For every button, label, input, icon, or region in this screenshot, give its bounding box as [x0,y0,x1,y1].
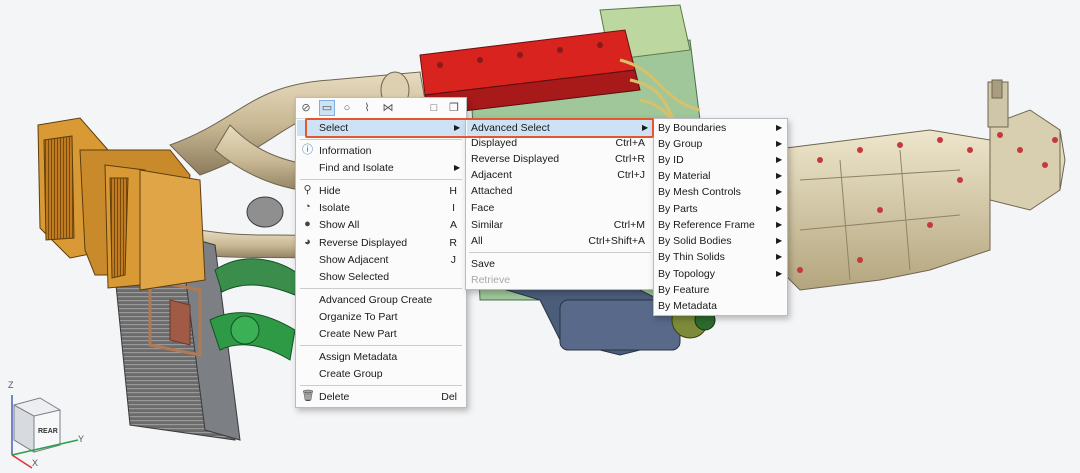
circle-select-icon[interactable]: ○ [340,101,354,115]
window-icon[interactable]: □ [427,101,441,115]
menu-item-find-and-isolate[interactable]: Find and Isolate ▶ [297,160,465,176]
menu-item-by-solid-bodies[interactable]: By Solid Bodies ▶ [655,233,786,249]
menu-item-similar[interactable]: Similar Ctrl+M [467,217,653,233]
view-cube-face-label[interactable]: REAR [38,428,58,435]
chevron-right-icon: ▶ [776,123,783,132]
chevron-right-icon: ▶ [776,236,783,245]
menu-item-create-group[interactable]: Create Group [297,366,465,382]
freehand-select-icon[interactable]: ⌇ [360,101,374,115]
chevron-right-icon: ▶ [776,155,783,164]
menu-separator [300,139,462,140]
menu-item-by-feature[interactable]: By Feature [655,282,786,298]
isolate-icon: ◔ [304,201,311,213]
menu-item-displayed[interactable]: Displayed Ctrl+A [467,135,653,151]
menu-item-advanced-select[interactable]: Advanced Select ▶ [467,120,653,136]
advanced-select-submenu: By Boundaries ▶ By Group ▶ By ID ▶ By Ma… [653,118,788,316]
selection-toolbar: ⊘ ▭ ○ ⌇ ⋈ □ ❐ [296,98,466,119]
menu-separator [300,179,462,180]
menu-item-all[interactable]: All Ctrl+Shift+A [467,233,653,249]
copy-icon[interactable]: ❐ [447,101,461,115]
menu-item-retrieve: Retrieve [471,274,511,286]
menu-item-isolate[interactable]: ◔ Isolate I [297,200,465,216]
menu-item-save[interactable]: Save [467,256,653,272]
chevron-right-icon: ▶ [776,252,783,261]
polygon-select-icon[interactable]: ⋈ [381,101,395,115]
menu-item-reverse-displayed-select[interactable]: Reverse Displayed Ctrl+R [467,151,653,167]
menu-item-by-metadata[interactable]: By Metadata [655,298,786,314]
menu-item-hide[interactable]: ⚲ Hide H [297,183,465,199]
reverse-displayed-icon: ◕ [304,236,311,248]
axis-y-label: Y [78,434,85,444]
menu-item-by-thin-solids[interactable]: By Thin Solids ▶ [655,249,786,265]
chevron-right-icon: ▶ [776,139,783,148]
context-menu: ⊘ ▭ ○ ⌇ ⋈ □ ❐ Select ▶ ⓘ Information Fin… [295,97,467,408]
chevron-right-icon: ▶ [776,220,783,229]
info-icon: ⓘ [302,144,313,156]
menu-separator [469,252,651,253]
menu-item-delete[interactable]: 🗑 Delete Del [297,389,465,405]
menu-item-select[interactable]: Select ▶ [297,120,465,136]
axis-x-label: X [32,458,39,468]
menu-item-by-material[interactable]: By Material ▶ [655,168,786,184]
show-all-icon: ● [304,218,311,230]
menu-item-show-adjacent[interactable]: Show Adjacent J [297,252,465,268]
chevron-right-icon: ▶ [776,187,783,196]
menu-item-reverse-displayed[interactable]: ◕ Reverse Displayed R [297,235,465,251]
cancel-icon[interactable]: ⊘ [299,101,313,115]
menu-item-adjacent[interactable]: Adjacent Ctrl+J [467,167,653,183]
menu-item-assign-metadata[interactable]: Assign Metadata [297,349,465,365]
menu-item-by-topology[interactable]: By Topology ▶ [655,266,786,282]
chevron-right-icon: ▶ [642,123,649,132]
menu-item-show-all[interactable]: ● Show All A [297,217,465,233]
menu-item-create-new-part[interactable]: Create New Part [297,326,465,342]
menu-item-by-group[interactable]: By Group ▶ [655,136,786,152]
chevron-right-icon: ▶ [454,163,461,172]
trash-icon: 🗑 [301,390,315,402]
chevron-right-icon: ▶ [776,269,783,278]
chevron-right-icon: ▶ [776,204,783,213]
select-submenu: Advanced Select ▶ Displayed Ctrl+A Rever… [465,118,655,290]
menu-item-show-selected[interactable]: Show Selected [297,269,465,285]
menu-item-by-mesh-controls[interactable]: By Mesh Controls ▶ [655,184,786,200]
menu-separator [300,345,462,346]
menu-item-face[interactable]: Face [467,200,653,216]
menu-item-attached[interactable]: Attached [467,183,653,199]
menu-item-by-reference-frame[interactable]: By Reference Frame ▶ [655,217,786,233]
menu-item-by-parts[interactable]: By Parts ▶ [655,201,786,217]
menu-separator [300,385,462,386]
menu-item-advanced-group-create[interactable]: Advanced Group Create [297,292,465,308]
menu-separator [300,288,462,289]
menu-item-information[interactable]: ⓘ Information [297,143,465,159]
menu-item-by-id[interactable]: By ID ▶ [655,152,786,168]
hide-icon: ⚲ [303,184,312,196]
rectangle-select-icon[interactable]: ▭ [319,100,335,116]
menu-item-organize-to-part[interactable]: Organize To Part [297,309,465,325]
chevron-right-icon: ▶ [776,171,783,180]
chevron-right-icon: ▶ [454,123,461,132]
menu-item-by-boundaries[interactable]: By Boundaries ▶ [655,120,786,136]
axis-z-label: Z [8,380,14,390]
